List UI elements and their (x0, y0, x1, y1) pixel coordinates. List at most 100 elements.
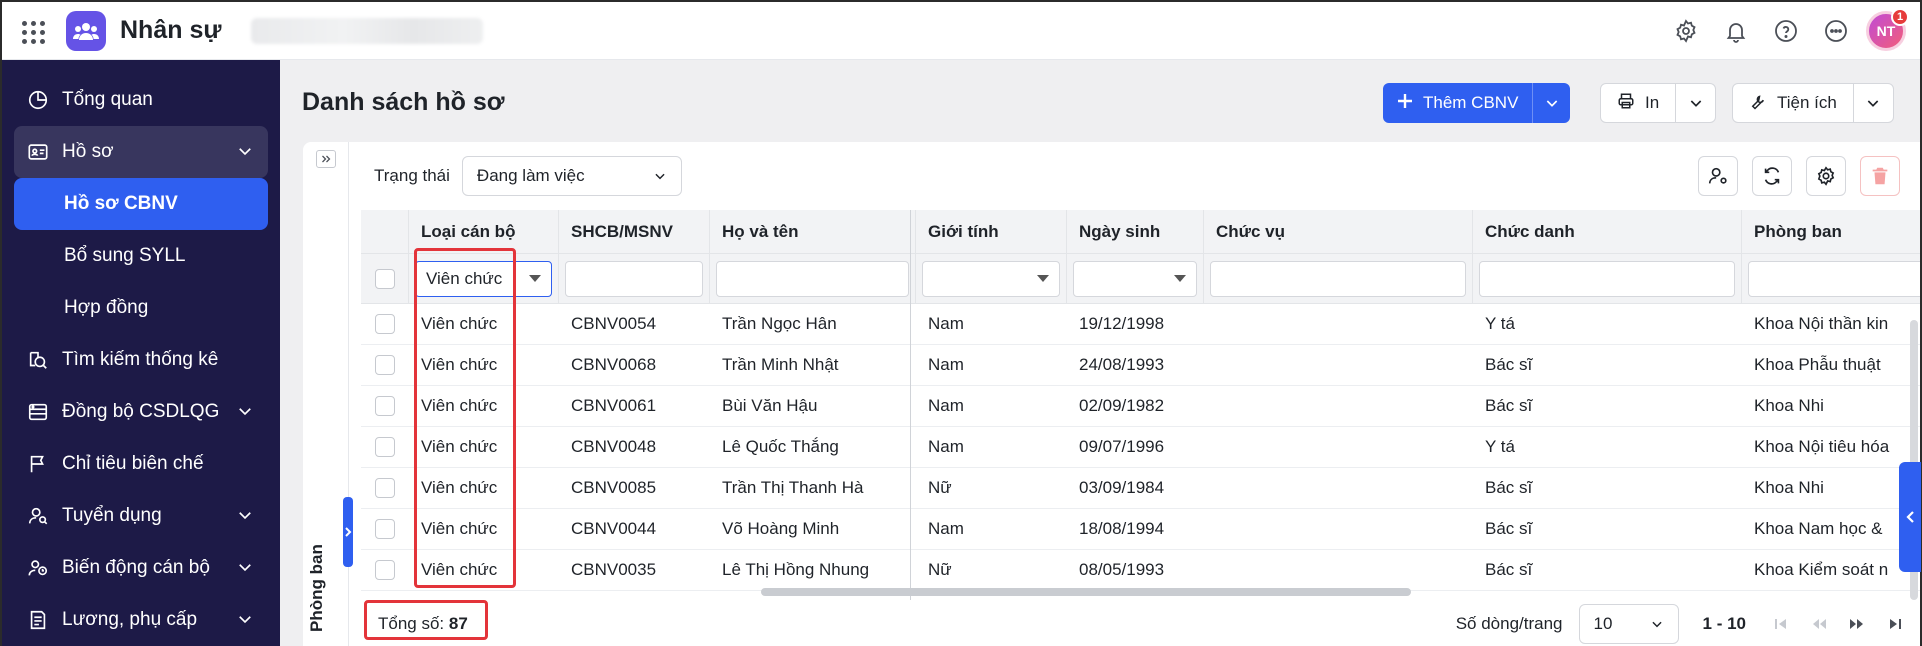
sidebar-item-chi-tieu-bien-che[interactable]: Chỉ tiêu biên chế (2, 438, 280, 490)
panel-toggle-handle[interactable] (343, 497, 353, 567)
column-header-phong-ban[interactable]: Phòng ban (1742, 210, 1920, 254)
row-checkbox[interactable] (375, 396, 395, 416)
column-header-gioi-tinh[interactable]: Giới tính (916, 210, 1067, 254)
sidebar: Tổng quan Hồ sơ Hồ sơ CBNV Bổ sung SYLL … (2, 60, 280, 646)
right-panel-toggle[interactable] (1899, 462, 1921, 572)
row-checkbox[interactable] (375, 519, 395, 539)
table-row[interactable]: Viên chức CBNV0068 Trần Minh Nhật Nam 24/08/… (361, 345, 1920, 386)
rows-per-page-value: 10 (1593, 614, 1613, 633)
sidebar-item-tuyen-dung[interactable]: Tuyển dụng (2, 490, 280, 542)
column-header-chuc-vu[interactable]: Chức vụ (1204, 210, 1473, 254)
column-header-chuc-danh[interactable]: Chức danh (1473, 210, 1742, 254)
print-label: In (1645, 93, 1660, 112)
last-page-icon[interactable] (1884, 613, 1906, 635)
row-checkbox[interactable] (375, 437, 395, 457)
row-checkbox[interactable] (375, 314, 395, 334)
filter-row: Viên chức (361, 254, 1920, 304)
print-button[interactable]: In (1601, 84, 1675, 122)
select-all-checkbox[interactable] (374, 268, 395, 289)
column-settings-button[interactable] (1806, 156, 1846, 196)
avatar[interactable]: NT 1 (1866, 8, 1909, 51)
cell-chuc-danh: Bác sĩ (1485, 355, 1533, 374)
filter-chuc-vu-input[interactable] (1210, 260, 1466, 297)
utility-button-group: Tiện ích (1732, 83, 1894, 123)
cell-chuc-vu (1204, 427, 1473, 468)
table-row[interactable]: Viên chức CBNV0061 Bùi Văn Hậu Nam 02/09/198… (361, 386, 1920, 427)
column-header-ngay-sinh[interactable]: Ngày sinh (1067, 210, 1204, 254)
filter-phong-ban-input[interactable] (1748, 260, 1920, 297)
rows-per-page-select[interactable]: 10 (1578, 604, 1679, 644)
row-checkbox[interactable] (375, 478, 395, 498)
utility-label: Tiện ích (1777, 93, 1837, 112)
user-search-icon (26, 504, 50, 528)
sidebar-item-bien-dong-can-bo[interactable]: Biến động cán bộ (2, 542, 280, 594)
print-dropdown[interactable] (1675, 84, 1715, 122)
sidebar-item-label: Lương, phụ cấp (62, 609, 198, 630)
chevron-down-icon (1651, 621, 1662, 628)
utility-button[interactable]: Tiện ích (1733, 84, 1853, 122)
rows-per-page-label: Số dòng/trang (1455, 614, 1563, 633)
column-header-shcb[interactable]: SHCB/MSNV (559, 210, 710, 254)
row-checkbox[interactable] (375, 560, 395, 580)
sidebar-item-tong-quan[interactable]: Tổng quan (2, 74, 280, 126)
more-icon[interactable] (1816, 11, 1856, 51)
add-cbnv-label: Thêm CBNV (1423, 93, 1519, 112)
sidebar-item-tim-kiem-thong-ke[interactable]: Tìm kiếm thống kê (2, 334, 280, 386)
utility-dropdown[interactable] (1852, 84, 1893, 122)
column-header-ho-ten[interactable]: Họ và tên (710, 210, 916, 254)
assign-user-button[interactable] (1698, 156, 1738, 196)
cell-chuc-danh: Bác sĩ (1485, 519, 1533, 538)
table-row[interactable]: Viên chức CBNV0044 Võ Hoàng Minh Nam 18/08/1… (361, 509, 1920, 550)
sidebar-item-hop-dong[interactable]: Hợp đồng (2, 282, 280, 334)
filter-ngay-sinh-select[interactable] (1073, 260, 1197, 297)
table-row[interactable]: Viên chức CBNV0085 Trần Thị Thanh Hà Nữ 03/0… (361, 468, 1920, 509)
prev-page-icon[interactable] (1808, 613, 1830, 635)
sidebar-item-luong-phu-cap[interactable]: Lương, phụ cấp (2, 594, 280, 646)
filter-chuc-danh-input[interactable] (1479, 260, 1735, 297)
expand-panel-icon[interactable] (316, 150, 336, 168)
sidebar-item-label: Đồng bộ CSDLQG (62, 401, 220, 422)
status-select[interactable]: Đang làm việc (461, 156, 682, 196)
gear-icon (1817, 166, 1835, 186)
pie-chart-icon (26, 88, 50, 112)
print-button-group: In (1600, 83, 1717, 123)
sidebar-item-dong-bo-csdlqg[interactable]: Đồng bộ CSDLQG (2, 386, 280, 438)
first-page-icon[interactable] (1770, 613, 1792, 635)
delete-button[interactable] (1860, 156, 1900, 196)
add-cbnv-button[interactable]: Thêm CBNV (1383, 83, 1533, 123)
filter-cell-chuc-vu (1204, 254, 1473, 303)
header-select-cell (361, 210, 409, 254)
chevron-down-icon (236, 402, 254, 426)
cell-phong-ban: Khoa Nam học & (1754, 519, 1883, 538)
filter-cell-shcb (559, 254, 710, 303)
row-select-cell (361, 345, 409, 386)
filter-shcb-input[interactable] (565, 260, 703, 297)
table-row[interactable]: Viên chức CBNV0054 Trần Ngọc Hân Nam 19/12/1… (361, 304, 1920, 345)
row-checkbox[interactable] (375, 355, 395, 375)
top-bar: Nhân sự NT 1 (2, 2, 1920, 60)
add-cbnv-dropdown[interactable] (1532, 83, 1571, 123)
app-grid-icon[interactable] (18, 17, 46, 45)
filter-ho-ten-input[interactable] (716, 260, 909, 297)
filter-cell-ngay-sinh (1067, 254, 1204, 303)
sidebar-item-bo-sung-syll[interactable]: Bổ sung SYLL (2, 230, 280, 282)
sidebar-item-ho-so[interactable]: Hồ sơ (14, 126, 268, 178)
table-footer: Tổng số: 87 Số dòng/trang 10 1 - 10 (361, 604, 1920, 646)
table-row[interactable]: Viên chức CBNV0048 Lê Quốc Thắng Nam 09/07/1… (361, 427, 1920, 468)
cell-phong-ban: Khoa Phẫu thuật (1754, 355, 1881, 374)
table-row[interactable]: Viên chức CBNV0035 Lê Thị Hồng Nhung Nữ 08/0… (361, 550, 1920, 591)
next-page-icon[interactable] (1846, 613, 1868, 635)
cell-chuc-danh: Y tá (1485, 437, 1515, 456)
settings-icon[interactable] (1666, 11, 1706, 51)
records-table: Loại cán bộ SHCB/MSNV Họ và tên Giới tín… (361, 210, 1920, 600)
refresh-button[interactable] (1752, 156, 1792, 196)
help-icon[interactable] (1766, 11, 1806, 51)
horizontal-scrollbar[interactable] (761, 588, 1411, 596)
sidebar-item-label: Hồ sơ (62, 141, 114, 162)
cell-chuc-vu (1204, 386, 1473, 427)
filter-gioi-tinh-select[interactable] (922, 260, 1060, 297)
top-icons: NT 1 (1666, 8, 1909, 51)
bell-icon[interactable] (1716, 11, 1756, 51)
sidebar-item-ho-so-cbnv[interactable]: Hồ sơ CBNV (14, 178, 268, 230)
cell-shcb: CBNV0061 (571, 396, 657, 415)
